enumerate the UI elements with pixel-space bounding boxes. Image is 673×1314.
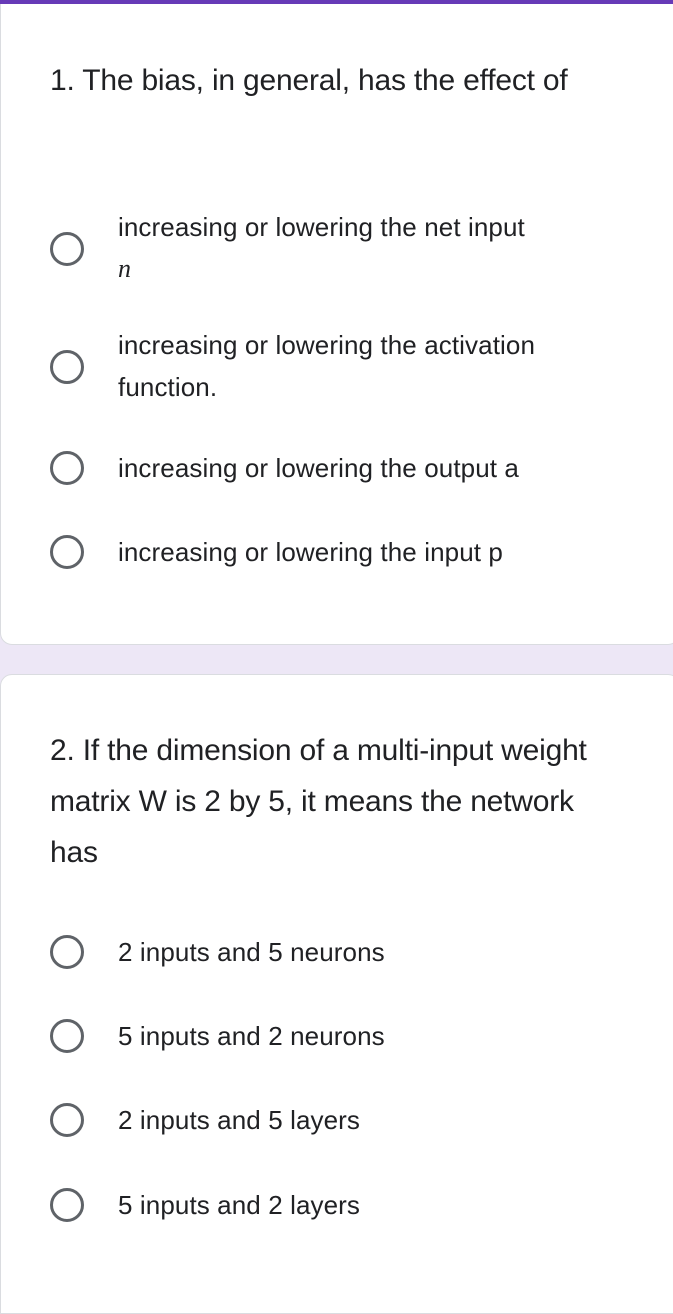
option-label: increasing or lowering the activation fu… (118, 330, 536, 402)
radio-button-unchecked-icon[interactable] (50, 451, 84, 485)
option-label: increasing or lowering the net input n (118, 206, 525, 290)
radio-button-unchecked-icon[interactable] (50, 535, 84, 569)
question-2-title: 2. If the dimension of a multi-input wei… (50, 734, 587, 869)
option-label: 5 inputs and 2 layers (118, 1190, 361, 1220)
radio-button-unchecked-icon[interactable] (50, 1019, 84, 1053)
option-label: 5 inputs and 2 neurons (118, 1021, 385, 1051)
radio-button-unchecked-icon[interactable] (50, 232, 84, 266)
option-label: increasing or lowering the output a (118, 453, 519, 483)
question-1-option-4[interactable]: increasing or lowering the input p (50, 531, 650, 573)
option-label: 2 inputs and 5 neurons (118, 937, 385, 967)
form-accent-bar (0, 0, 673, 4)
question-1-title: 1. The bias, in general, has the effect … (50, 64, 568, 97)
question-2-option-4[interactable]: 5 inputs and 2 layers (50, 1184, 650, 1226)
option-label: 2 inputs and 5 layers (118, 1105, 361, 1135)
question-2-option-1[interactable]: 2 inputs and 5 neurons (50, 931, 650, 973)
radio-button-unchecked-icon[interactable] (50, 350, 84, 384)
question-1-option-2[interactable]: increasing or lowering the activation fu… (50, 324, 650, 408)
radio-button-unchecked-icon[interactable] (50, 935, 84, 969)
question-1-option-3[interactable]: increasing or lowering the output a (50, 447, 650, 489)
radio-button-unchecked-icon[interactable] (50, 1103, 84, 1137)
question-1-option-1[interactable]: increasing or lowering the net input n (50, 206, 650, 290)
question-2-option-2[interactable]: 5 inputs and 2 neurons (50, 1015, 650, 1057)
question-2-option-3[interactable]: 2 inputs and 5 layers (50, 1099, 650, 1141)
math-variable: n (118, 254, 132, 283)
option-text: increasing or lowering the net input (118, 212, 525, 242)
option-label: increasing or lowering the input p (118, 537, 503, 567)
radio-button-unchecked-icon[interactable] (50, 1188, 84, 1222)
